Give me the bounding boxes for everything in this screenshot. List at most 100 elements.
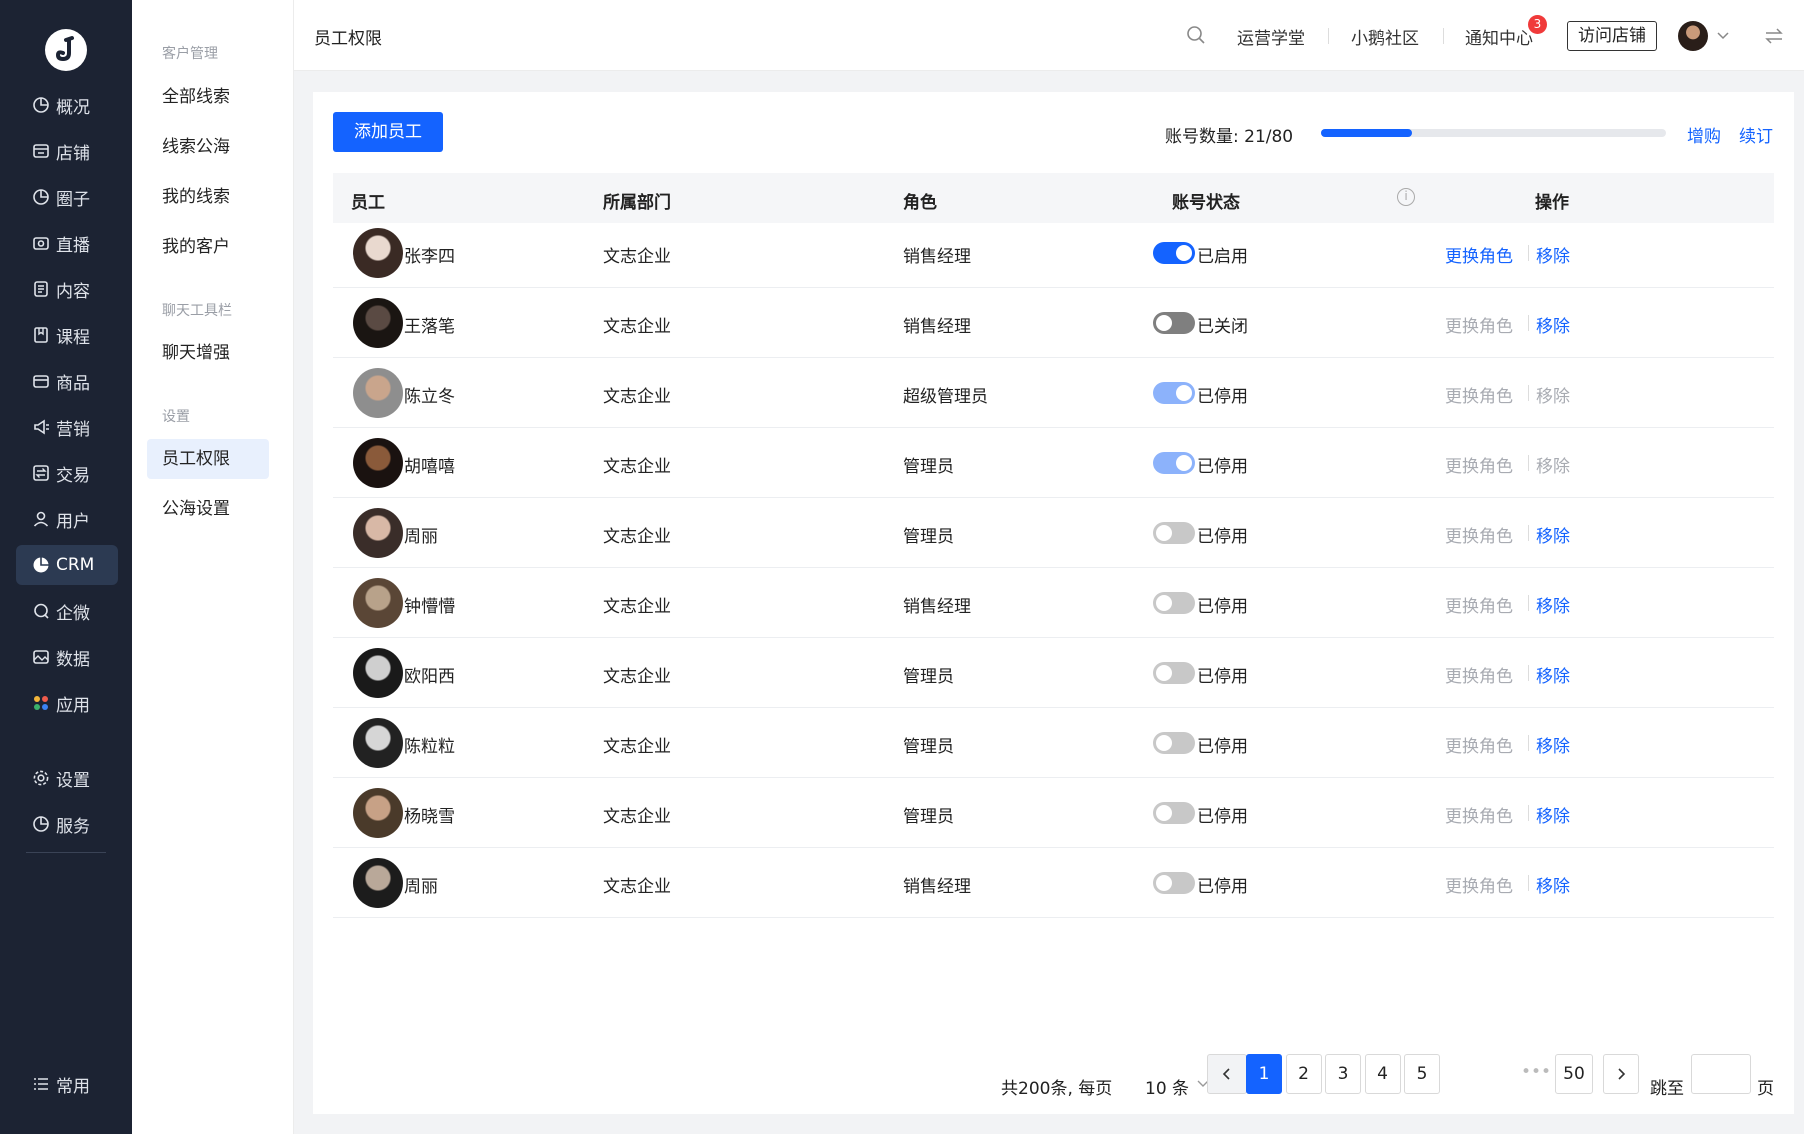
nav-item-2[interactable]: 圈子 xyxy=(16,177,118,217)
remove-link[interactable]: 移除 xyxy=(1536,452,1570,477)
subnav-item-chat-enhance[interactable]: 聊天增强 xyxy=(162,333,230,373)
staff-name: 胡嘻嘻 xyxy=(404,457,455,477)
header-link-academy[interactable]: 运营学堂 xyxy=(1237,24,1305,49)
avatar xyxy=(353,228,403,278)
subnav-item-pool-settings[interactable]: 公海设置 xyxy=(162,489,230,529)
role: 管理员 xyxy=(903,457,954,477)
department: 文志企业 xyxy=(603,737,671,757)
change-role-link[interactable]: 更换角色 xyxy=(1445,872,1513,897)
buy-more-link[interactable]: 增购 xyxy=(1687,122,1721,147)
header-link-notifications[interactable]: 通知中心 xyxy=(1465,24,1533,49)
jump-page-input[interactable] xyxy=(1691,1054,1751,1094)
role: 销售经理 xyxy=(903,247,971,267)
nav-item-5[interactable]: 课程 xyxy=(16,315,118,355)
page-button[interactable]: 1 xyxy=(1246,1054,1282,1094)
status-toggle[interactable] xyxy=(1153,382,1195,404)
toggle-knob xyxy=(1156,805,1172,821)
remove-link[interactable]: 移除 xyxy=(1536,732,1570,757)
nav-item-1[interactable]: 店铺 xyxy=(16,131,118,171)
top-header: 员工权限 运营学堂 小鹅社区 通知中心 3 访问店铺 xyxy=(294,0,1804,71)
notification-badge: 3 xyxy=(1528,15,1547,34)
status-toggle[interactable] xyxy=(1153,242,1195,264)
switch-icon[interactable] xyxy=(1764,26,1784,46)
status-toggle[interactable] xyxy=(1153,522,1195,544)
change-role-link[interactable]: 更换角色 xyxy=(1445,732,1513,757)
header-link-community[interactable]: 小鹅社区 xyxy=(1351,24,1419,49)
status-toggle[interactable] xyxy=(1153,592,1195,614)
change-role-link[interactable]: 更换角色 xyxy=(1445,592,1513,617)
page-button[interactable]: 4 xyxy=(1364,1054,1401,1094)
remove-link[interactable]: 移除 xyxy=(1536,662,1570,687)
status-toggle[interactable] xyxy=(1153,662,1195,684)
search-icon[interactable] xyxy=(1186,25,1206,45)
remove-link[interactable]: 移除 xyxy=(1536,312,1570,337)
nav-item-12[interactable]: 数据 xyxy=(16,637,118,677)
page-button[interactable]: 5 xyxy=(1404,1054,1440,1094)
change-role-link[interactable]: 更换角色 xyxy=(1445,662,1513,687)
remove-link[interactable]: 移除 xyxy=(1536,592,1570,617)
staff-name: 陈粒粒 xyxy=(404,737,455,757)
nav-item-label: 概况 xyxy=(56,97,90,118)
column-header-status: 账号状态 xyxy=(1172,193,1240,213)
nav-item-0[interactable]: 概况 xyxy=(16,85,118,125)
renew-link[interactable]: 续订 xyxy=(1739,122,1773,147)
page-button-last[interactable]: 50 xyxy=(1555,1054,1593,1094)
action-divider xyxy=(1528,595,1529,611)
logo[interactable] xyxy=(45,29,87,71)
staff-name: 陈立冬 xyxy=(404,387,455,407)
nav-item-11[interactable]: 企微 xyxy=(16,591,118,631)
subnav-item-my-customers[interactable]: 我的客户 xyxy=(162,227,230,267)
account-progress-bar xyxy=(1321,129,1666,137)
prev-page-button[interactable] xyxy=(1207,1054,1247,1094)
avatar xyxy=(353,578,403,628)
nav-item-bottom-1[interactable]: 服务 xyxy=(16,804,118,844)
nav-item-13[interactable]: 应用 xyxy=(16,683,118,723)
nav-item-10[interactable]: CRM xyxy=(16,545,118,585)
status-toggle[interactable] xyxy=(1153,872,1195,894)
change-role-link[interactable]: 更换角色 xyxy=(1445,802,1513,827)
gear-icon xyxy=(32,769,50,787)
status-toggle[interactable] xyxy=(1153,802,1195,824)
page-button[interactable]: 3 xyxy=(1325,1054,1361,1094)
subnav-item-all-leads[interactable]: 全部线索 xyxy=(162,77,230,117)
status-toggle[interactable] xyxy=(1153,452,1195,474)
nav-item-4[interactable]: 内容 xyxy=(16,269,118,309)
nav-item-6[interactable]: 商品 xyxy=(16,361,118,401)
remove-link[interactable]: 移除 xyxy=(1536,242,1570,267)
change-role-link[interactable]: 更换角色 xyxy=(1445,452,1513,477)
department: 文志企业 xyxy=(603,457,671,477)
change-role-link[interactable]: 更换角色 xyxy=(1445,312,1513,337)
nav-item-label: 营销 xyxy=(56,419,90,440)
subnav-item-staff-permissions[interactable]: 员工权限 xyxy=(147,439,269,479)
remove-link[interactable]: 移除 xyxy=(1536,872,1570,897)
table-header: 员工 所属部门 角色 账号状态 i 操作 xyxy=(333,173,1774,223)
change-role-link[interactable]: 更换角色 xyxy=(1445,522,1513,547)
exchange-icon xyxy=(32,464,50,482)
subnav-item-lead-pool[interactable]: 线索公海 xyxy=(162,127,230,167)
change-role-link[interactable]: 更换角色 xyxy=(1445,242,1513,267)
chevron-down-icon[interactable] xyxy=(1717,31,1729,41)
subnav-item-my-leads[interactable]: 我的线索 xyxy=(162,177,230,217)
change-role-link[interactable]: 更换角色 xyxy=(1445,382,1513,407)
remove-link[interactable]: 移除 xyxy=(1536,382,1570,407)
nav-item-7[interactable]: 营销 xyxy=(16,407,118,447)
info-icon[interactable]: i xyxy=(1397,188,1415,206)
remove-link[interactable]: 移除 xyxy=(1536,802,1570,827)
nav-item-common[interactable]: 常用 xyxy=(16,1064,118,1104)
pagination-ellipsis[interactable]: ••• xyxy=(1521,1062,1551,1082)
status-toggle[interactable] xyxy=(1153,732,1195,754)
page-button[interactable]: 2 xyxy=(1285,1054,1322,1094)
add-staff-button[interactable]: 添加员工 xyxy=(333,112,443,152)
table-row: 张李四 文志企业 销售经理 已启用 更换角色 移除 xyxy=(333,218,1774,288)
next-page-button[interactable] xyxy=(1603,1054,1639,1094)
page-size-select[interactable]: 10 条 xyxy=(1145,1074,1209,1099)
remove-link[interactable]: 移除 xyxy=(1536,522,1570,547)
visit-store-button[interactable]: 访问店铺 xyxy=(1567,21,1657,51)
nav-item-bottom-0[interactable]: 设置 xyxy=(16,758,118,798)
toggle-knob xyxy=(1176,385,1192,401)
status-toggle[interactable] xyxy=(1153,312,1195,334)
avatar[interactable] xyxy=(1678,21,1708,51)
nav-item-8[interactable]: 交易 xyxy=(16,453,118,493)
nav-item-9[interactable]: 用户 xyxy=(16,499,118,539)
nav-item-3[interactable]: 直播 xyxy=(16,223,118,263)
